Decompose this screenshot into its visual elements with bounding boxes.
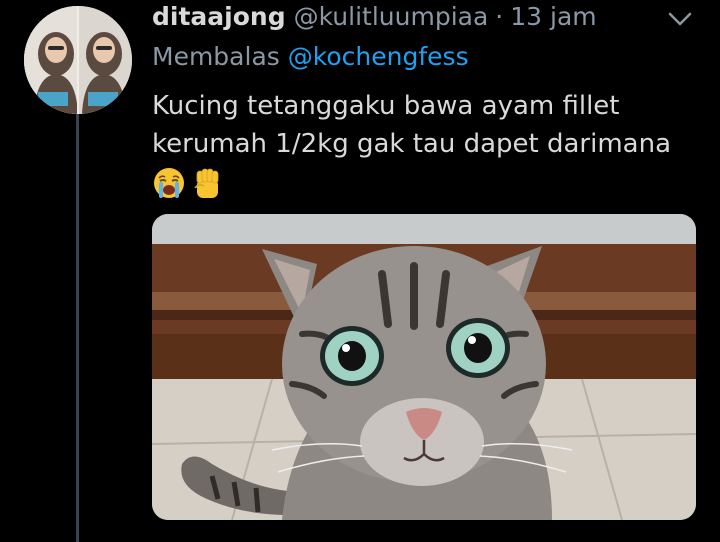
reply-mention-link[interactable]: @kochengfess xyxy=(288,42,469,71)
tweet-text: Kucing tetanggaku bawa ayam fillet kerum… xyxy=(152,87,702,163)
tweet-photo[interactable] xyxy=(152,214,696,520)
timestamp[interactable]: 13 jam xyxy=(510,2,596,31)
display-name[interactable]: ditaajong xyxy=(152,2,286,31)
avatar-photo xyxy=(24,6,132,114)
avatar[interactable] xyxy=(24,6,132,114)
reply-context: Membalas @kochengfess xyxy=(152,42,469,71)
chevron-down-icon[interactable] xyxy=(666,8,694,30)
raised-fist-icon xyxy=(194,168,219,198)
tweet[interactable]: ditaajong @kulitluumpiaa · 13 jam Membal… xyxy=(0,0,720,542)
tweet-header: ditaajong @kulitluumpiaa · 13 jam xyxy=(152,2,597,38)
tweet-text-line: kerumah 1/2kg gak tau dapet darimana xyxy=(152,129,672,159)
thread-line xyxy=(76,114,79,542)
tweet-text-line: Kucing tetanggaku bawa ayam fillet xyxy=(152,91,620,121)
emoji-row xyxy=(152,166,224,200)
cat-photo xyxy=(152,214,696,520)
separator: · xyxy=(495,2,504,31)
reply-prefix: Membalas xyxy=(152,42,280,71)
user-handle[interactable]: @kulitluumpiaa xyxy=(294,2,489,31)
crying-face-icon xyxy=(154,168,184,198)
